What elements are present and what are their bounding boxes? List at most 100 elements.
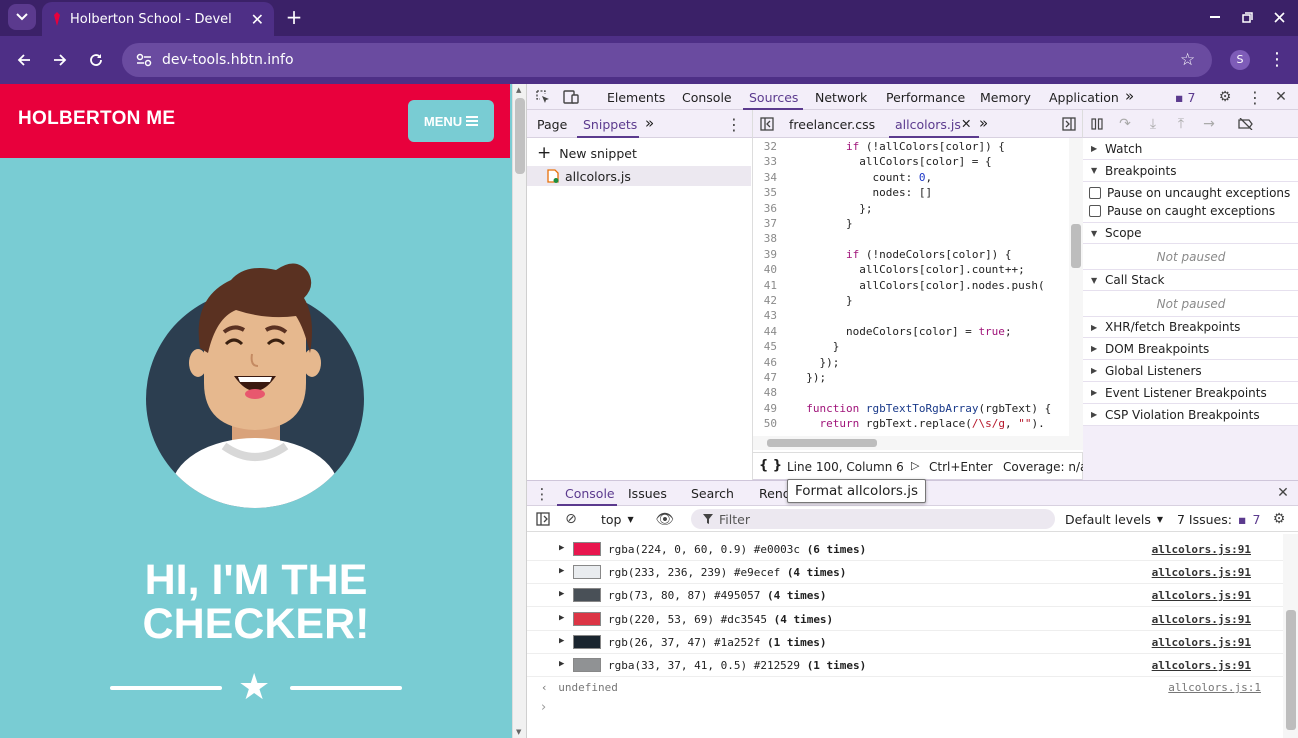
profile-avatar[interactable]: S (1230, 50, 1250, 70)
back-arrow-icon[interactable] (14, 50, 34, 70)
tab-performance[interactable]: Performance (886, 90, 965, 105)
tab-network[interactable]: Network (815, 90, 867, 105)
more-tabs-chevron-icon[interactable]: » (645, 114, 654, 132)
console-settings-gear-icon[interactable]: ⚙ (1271, 511, 1287, 527)
line-number[interactable]: 37 (753, 217, 793, 230)
console-message-row[interactable]: ▶ rgba(224, 0, 60, 0.9) #e0003c (6 times)… (527, 538, 1283, 561)
settings-gear-icon[interactable]: ⚙ (1217, 89, 1233, 105)
source-link[interactable]: allcolors.js:91 (1152, 566, 1251, 579)
scrollbar-thumb[interactable] (1071, 224, 1081, 268)
navigator-menu-icon[interactable]: ⋮ (726, 115, 742, 134)
expand-triangle-icon[interactable]: ▶ (559, 659, 564, 669)
log-levels-dropdown[interactable]: Default levels ▼ (1065, 512, 1163, 527)
line-number[interactable]: 47 (753, 371, 793, 384)
console-prompt-icon[interactable]: › (541, 700, 546, 715)
console-message-row[interactable]: ▶ rgb(26, 37, 47) #1a252f (1 times) allcol… (527, 631, 1283, 654)
line-number[interactable]: 44 (753, 325, 793, 338)
issues-counter[interactable]: 7 Issues: ▪ 7 (1177, 512, 1260, 527)
drawer-tab-rendering[interactable]: Rend (759, 486, 791, 501)
toggle-navigator-icon[interactable] (759, 116, 775, 132)
bookmark-star-icon[interactable]: ☆ (1180, 50, 1195, 70)
expand-triangle-icon[interactable]: ▶ (559, 636, 564, 646)
line-number[interactable]: 39 (753, 248, 793, 261)
device-toolbar-icon[interactable] (563, 89, 579, 105)
reload-icon[interactable] (86, 50, 106, 70)
console-message-row[interactable]: ▶ rgb(220, 53, 69) #dc3545 (4 times) allco… (527, 608, 1283, 631)
pause-icon[interactable] (1089, 116, 1105, 132)
result-source-link[interactable]: allcolors.js:1 (1168, 681, 1261, 694)
tab-memory[interactable]: Memory (980, 90, 1031, 105)
menu-button[interactable]: MENU (408, 100, 494, 142)
global-listeners-section[interactable]: ▶ Global Listeners (1083, 360, 1298, 382)
close-drawer-icon[interactable]: ✕ (1275, 485, 1291, 501)
run-snippet-icon[interactable]: ▷ (911, 459, 919, 472)
xhr-breakpoints-section[interactable]: ▶ XHR/fetch Breakpoints (1083, 316, 1298, 338)
step-over-icon[interactable]: ↷ (1117, 116, 1133, 132)
issues-badge[interactable]: ▪ 7 (1175, 90, 1195, 105)
context-selector[interactable]: top ▼ (601, 512, 634, 527)
source-link[interactable]: allcolors.js:91 (1152, 636, 1251, 649)
scrollbar-thumb[interactable] (767, 439, 877, 447)
expand-triangle-icon[interactable]: ▶ (559, 589, 564, 599)
line-number[interactable]: 36 (753, 202, 793, 215)
expand-triangle-icon[interactable]: ▶ (559, 613, 564, 623)
drawer-tab-issues[interactable]: Issues (628, 486, 667, 501)
line-number[interactable]: 49 (753, 402, 793, 415)
console-message-row[interactable]: ▶ rgb(233, 236, 239) #e9ecef (4 times) all… (527, 561, 1283, 585)
source-link[interactable]: allcolors.js:91 (1152, 613, 1251, 626)
expand-triangle-icon[interactable]: ▶ (559, 543, 564, 553)
toggle-sidebar-icon[interactable] (535, 511, 551, 527)
pause-caught-option[interactable]: Pause on caught exceptions (1089, 204, 1275, 218)
live-expression-eye-icon[interactable]: 👁 (655, 510, 675, 528)
more-tabs-chevron-icon[interactable]: » (1125, 87, 1134, 105)
tab-console[interactable]: Console (682, 90, 732, 105)
watch-section[interactable]: ▶ Watch (1083, 138, 1298, 160)
drawer-tab-search[interactable]: Search (691, 486, 734, 501)
tab-application[interactable]: Application (1049, 90, 1119, 105)
site-brand[interactable]: HOLBERTON ME (18, 108, 175, 130)
inspect-element-icon[interactable] (535, 89, 551, 105)
expand-triangle-icon[interactable]: ▶ (559, 566, 564, 576)
scrollbar-thumb[interactable] (1286, 610, 1296, 730)
line-number[interactable]: 43 (753, 309, 793, 322)
scrollbar-thumb[interactable] (515, 98, 525, 174)
new-tab-button[interactable]: + (284, 6, 304, 28)
code-hscrollbar[interactable] (753, 436, 1083, 450)
step-icon[interactable]: → (1201, 116, 1217, 132)
source-link[interactable]: allcolors.js:91 (1152, 543, 1251, 556)
dom-breakpoints-section[interactable]: ▶ DOM Breakpoints (1083, 338, 1298, 360)
drawer-tab-console[interactable]: Console (565, 486, 615, 501)
address-bar[interactable]: dev-tools.hbtn.info (122, 43, 1212, 77)
line-number[interactable]: 34 (753, 171, 793, 184)
editor-tab-freelancer[interactable]: freelancer.css (789, 117, 875, 132)
tab-snippets[interactable]: Snippets (583, 117, 637, 132)
close-tab-icon[interactable]: ✕ (251, 10, 264, 29)
console-scrollbar[interactable] (1283, 534, 1298, 738)
source-link[interactable]: allcolors.js:91 (1152, 589, 1251, 602)
toggle-debugger-icon[interactable] (1061, 116, 1077, 132)
line-number[interactable]: 42 (753, 294, 793, 307)
deactivate-breakpoints-icon[interactable] (1237, 116, 1255, 132)
console-message-row[interactable]: ▶ rgba(33, 37, 41, 0.5) #212529 (1 times)… (527, 654, 1283, 677)
run-shortcut[interactable]: Ctrl+Enter (929, 460, 993, 474)
line-number[interactable]: 33 (753, 155, 793, 168)
line-number[interactable]: 50 (753, 417, 793, 430)
line-number[interactable]: 40 (753, 263, 793, 276)
step-into-icon[interactable]: ⤓ (1145, 116, 1161, 132)
forward-arrow-icon[interactable] (50, 50, 70, 70)
restore-icon[interactable] (1238, 8, 1256, 26)
new-snippet-button[interactable]: + New snippet (537, 143, 637, 163)
line-number[interactable]: 46 (753, 356, 793, 369)
drawer-menu-icon[interactable]: ⋮ (535, 485, 550, 503)
line-number[interactable]: 41 (753, 279, 793, 292)
pause-uncaught-option[interactable]: Pause on uncaught exceptions (1089, 186, 1290, 200)
tab-search-button[interactable] (8, 4, 36, 30)
line-number[interactable]: 35 (753, 186, 793, 199)
source-link[interactable]: allcolors.js:91 (1152, 659, 1251, 672)
pause-caught-checkbox[interactable] (1089, 205, 1101, 217)
snippet-item[interactable]: allcolors.js (527, 166, 751, 186)
page-scrollbar[interactable]: ▲ ▼ (512, 84, 526, 738)
close-editor-tab-icon[interactable]: ✕ (961, 116, 971, 131)
event-listener-breakpoints-section[interactable]: ▶ Event Listener Breakpoints (1083, 382, 1298, 404)
call-stack-section[interactable]: ▼ Call Stack (1083, 269, 1298, 291)
